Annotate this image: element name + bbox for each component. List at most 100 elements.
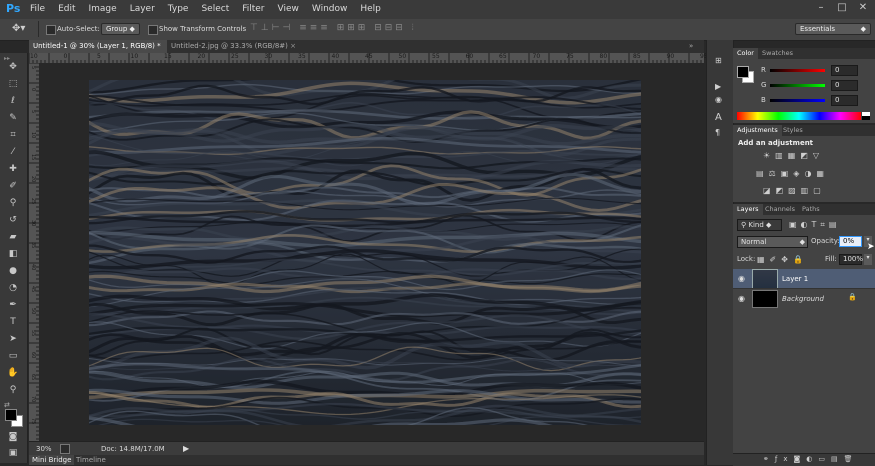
close-button[interactable]: ✕ xyxy=(853,2,873,16)
blur-tool-icon[interactable]: ● xyxy=(6,265,20,278)
layer-name[interactable]: Background xyxy=(782,295,824,303)
red-channel-input[interactable]: 0 xyxy=(831,65,858,76)
layer-footer-icons[interactable]: ⚭ƒx◙◐▭▤🗑 xyxy=(763,455,859,463)
zoom-level[interactable]: 30% xyxy=(36,445,52,453)
layer-row-layer-1[interactable]: ◉ Layer 1 xyxy=(733,269,875,289)
lock-label: Lock: xyxy=(737,255,756,263)
document-image-water[interactable] xyxy=(89,80,641,425)
foreground-color-swatch[interactable] xyxy=(5,409,17,421)
adjustment-row1-icons[interactable]: ☀▥▦◩▽ xyxy=(763,151,824,160)
maximize-button[interactable]: □ xyxy=(832,2,852,16)
history-brush-tool-icon[interactable]: ↺ xyxy=(6,214,20,227)
pen-tool-icon[interactable]: ✒ xyxy=(6,299,20,312)
blend-mode-dropdown[interactable]: Normal ◆ xyxy=(737,236,808,248)
red-channel-slider[interactable] xyxy=(770,69,825,72)
character-panel-icon[interactable]: A xyxy=(715,112,722,123)
eye-icon[interactable]: ◉ xyxy=(738,294,745,303)
color-spectrum-bar[interactable] xyxy=(737,112,861,120)
menu-window[interactable]: Window xyxy=(312,4,348,14)
type-tool-icon[interactable]: T xyxy=(6,316,20,329)
menu-layer[interactable]: Layer xyxy=(130,4,155,14)
tab-timeline[interactable]: Timeline xyxy=(76,455,106,465)
quick-mask-icon[interactable]: ◙ xyxy=(6,431,20,444)
align-icons[interactable]: ⊤⊥⊢⊣ ≡≡≡ ⊞⊞⊞ ⊟⊟⊟ ⦙ xyxy=(250,23,417,33)
history-panel-icon[interactable]: ⊞ xyxy=(715,56,722,65)
eye-icon[interactable]: ◉ xyxy=(738,274,745,283)
menu-bar: Ps File Edit Image Layer Type Select Fil… xyxy=(0,0,875,19)
tabs-overflow-icon[interactable]: » xyxy=(689,42,693,50)
show-transform-checkbox[interactable] xyxy=(148,25,158,35)
lasso-tool-icon[interactable]: ℓ xyxy=(6,95,20,108)
layer-name[interactable]: Layer 1 xyxy=(782,275,808,283)
marquee-tool-icon[interactable]: ⬚ xyxy=(6,78,20,91)
tab-mini-bridge[interactable]: Mini Bridge xyxy=(29,455,75,465)
adjustment-row2-icons[interactable]: ▤⚖▣◈◑▦ xyxy=(756,169,829,178)
auto-select-checkbox[interactable] xyxy=(46,25,56,35)
tab-styles[interactable]: Styles xyxy=(779,125,807,136)
dodge-tool-icon[interactable]: ◔ xyxy=(6,282,20,295)
healing-brush-tool-icon[interactable]: ✚ xyxy=(6,163,20,176)
tab-untitled-2[interactable]: Untitled-2.jpg @ 33.3% (RGB/8#) × xyxy=(167,40,300,53)
ruler-top-label: 45 xyxy=(365,53,373,60)
move-tool-preset-icon[interactable]: ✥▾ xyxy=(12,23,25,34)
adjustment-row3-icons[interactable]: ◪◩▨▥▢ xyxy=(763,186,826,195)
ruler-left-label: 75 xyxy=(30,418,36,425)
blue-channel-slider[interactable] xyxy=(770,99,825,102)
tab-adjustments[interactable]: Adjustments xyxy=(733,125,782,136)
tab-untitled-1[interactable]: Untitled-1 @ 30% (Layer 1, RGB/8) * × xyxy=(29,40,167,63)
rectangle-tool-icon[interactable]: ▭ xyxy=(6,350,20,363)
move-tool-icon[interactable]: ✥ xyxy=(6,61,20,74)
opacity-input[interactable]: 0% xyxy=(839,236,862,247)
properties-panel-icon[interactable]: ◉ xyxy=(715,95,722,104)
close-tab-icon[interactable]: × xyxy=(290,42,296,50)
hand-tool-icon[interactable]: ✋ xyxy=(6,367,20,380)
tab-label: Untitled-1 @ 30% (Layer 1, RGB/8) * xyxy=(33,42,161,50)
clone-stamp-tool-icon[interactable]: ⚲ xyxy=(6,197,20,210)
zoom-tool-icon[interactable]: ⚲ xyxy=(6,384,20,397)
menu-file[interactable]: File xyxy=(30,4,45,14)
brush-tool-icon[interactable]: ✐ xyxy=(6,180,20,193)
actions-panel-icon[interactable]: ▶ xyxy=(715,82,721,91)
eyedropper-tool-icon[interactable]: ⁄ xyxy=(6,146,20,159)
ruler-left-label: 50 xyxy=(30,308,36,315)
status-menu-icon[interactable] xyxy=(60,444,70,454)
workspace-dropdown[interactable]: Essentials ◆ xyxy=(795,23,871,35)
crop-tool-icon[interactable]: ⌗ xyxy=(6,129,20,142)
swap-colors-icon[interactable]: ⇄ xyxy=(4,401,10,409)
paint-bucket-tool-icon[interactable]: ◧ xyxy=(6,248,20,261)
fill-slider-button[interactable]: ▾ xyxy=(864,254,872,265)
menu-image[interactable]: Image xyxy=(89,4,117,14)
foreground-color-swatch[interactable] xyxy=(737,66,749,78)
menu-help[interactable]: Help xyxy=(360,4,381,14)
lock-icons[interactable]: ▦✐✥🔒 xyxy=(757,255,808,264)
menu-edit[interactable]: Edit xyxy=(58,4,75,14)
menu-filter[interactable]: Filter xyxy=(242,4,264,14)
menu-select[interactable]: Select xyxy=(201,4,229,14)
green-channel-slider[interactable] xyxy=(770,84,825,87)
black-swatch[interactable] xyxy=(862,116,870,120)
blue-channel-label: B xyxy=(761,96,766,104)
tab-swatches[interactable]: Swatches xyxy=(758,48,797,59)
eraser-tool-icon[interactable]: ▰ xyxy=(6,231,20,244)
show-transform-label: Show Transform Controls xyxy=(159,25,247,33)
menu-type[interactable]: Type xyxy=(168,4,189,14)
layer-filter-kind[interactable]: ⚲ Kind ◆ xyxy=(737,219,782,231)
tab-channels[interactable]: Channels xyxy=(761,204,799,215)
menu-view[interactable]: View xyxy=(278,4,299,14)
tab-paths[interactable]: Paths xyxy=(798,204,824,215)
quick-select-tool-icon[interactable]: ✎ xyxy=(6,112,20,125)
auto-select-dropdown[interactable]: Group ◆ xyxy=(101,23,140,35)
minimize-button[interactable]: – xyxy=(811,2,831,16)
layer-filter-icons[interactable]: ▣◐T⌗▤ xyxy=(789,220,841,230)
tab-color[interactable]: Color xyxy=(733,48,758,59)
green-channel-input[interactable]: 0 xyxy=(831,80,858,91)
status-arrow-icon[interactable]: ▶ xyxy=(183,444,189,453)
blue-channel-input[interactable]: 0 xyxy=(831,95,858,106)
ruler-left-label: 55 xyxy=(30,330,36,337)
tab-layers[interactable]: Layers xyxy=(733,204,763,215)
fill-input[interactable]: 100% xyxy=(839,254,863,265)
screen-mode-icon[interactable]: ▣ xyxy=(6,447,20,460)
path-selection-tool-icon[interactable]: ➤ xyxy=(6,333,20,346)
layer-row-background[interactable]: ◉ Background 🔒 xyxy=(733,288,875,308)
paragraph-panel-icon[interactable]: ¶ xyxy=(715,128,720,137)
